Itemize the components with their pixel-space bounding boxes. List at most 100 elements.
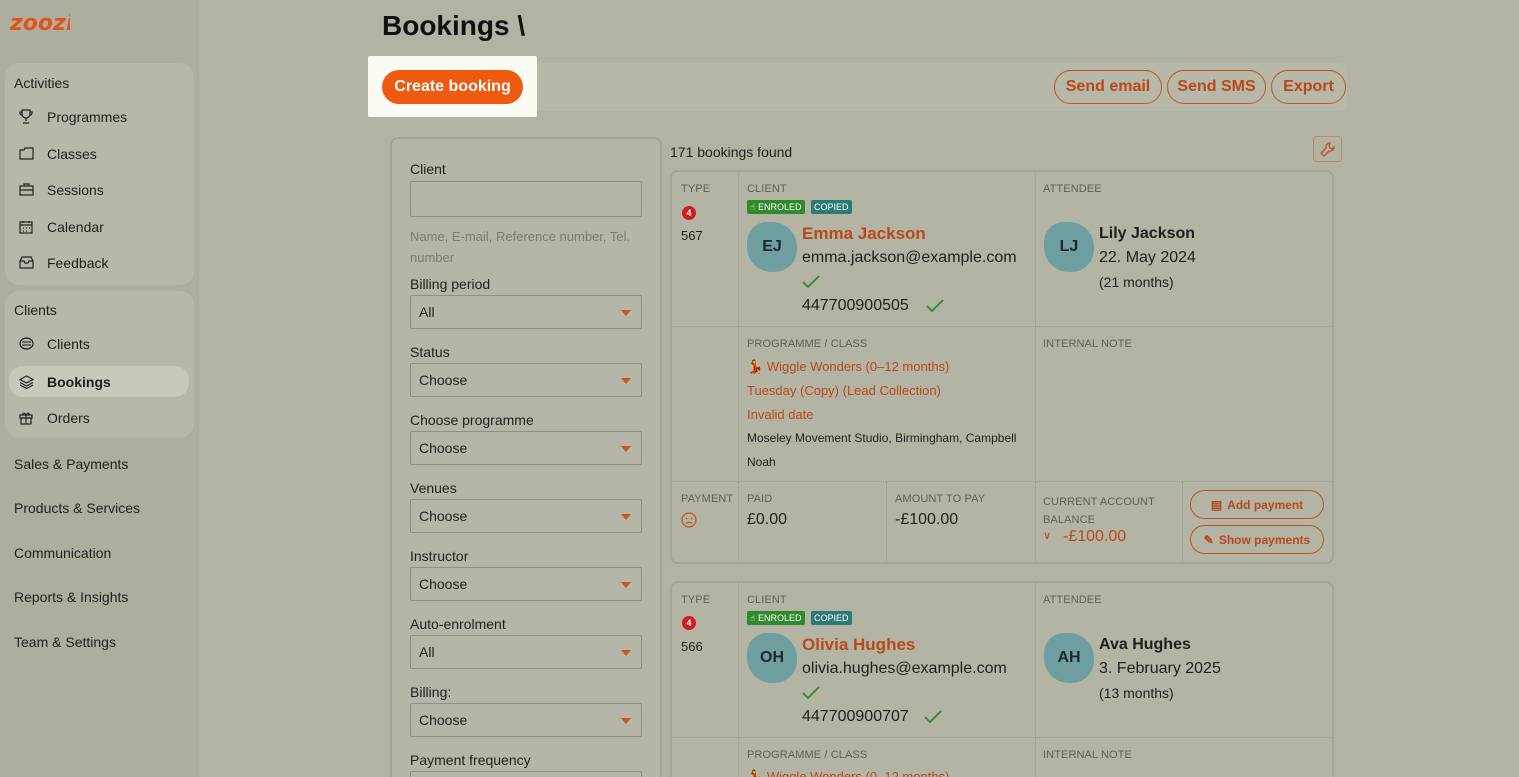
sidebar: zoozi Activities Programmes Classes Sess… — [0, 0, 199, 777]
amount-to-pay-cell: AMOUNT TO PAY -£100.00 — [887, 482, 1036, 562]
create-booking-highlight: Create booking — [368, 56, 537, 117]
nav-group-clients: Clients Clients Bookings Orders — [5, 291, 194, 438]
attendee-caption: ATTENDEE — [1043, 183, 1102, 195]
email-verified-check-icon — [802, 686, 820, 700]
sidebar-item-communication[interactable]: Communication — [14, 545, 111, 561]
zoozi-logo[interactable]: zoozi — [10, 8, 70, 36]
sidebar-item-team-settings[interactable]: Team & Settings — [14, 634, 116, 650]
client-phone: 447700900505 — [802, 297, 909, 314]
nav-group-title: Activities — [14, 75, 70, 91]
sidebar-item-feedback[interactable]: Feedback — [9, 247, 189, 278]
client-email: emma.jackson@example.com — [802, 249, 1017, 266]
chevron-down-icon — [621, 514, 631, 520]
internal-note-cell: INTERNAL NOTE — [1036, 327, 1332, 482]
sidebar-item-sessions[interactable]: Sessions — [9, 174, 189, 205]
page-title: Bookings \ — [382, 10, 526, 41]
nav-group-activities: Activities Programmes Classes Sessions C… — [5, 63, 194, 285]
send-sms-button[interactable]: Send SMS — [1167, 70, 1266, 104]
add-payment-button[interactable]: ▤ Add payment — [1190, 490, 1324, 519]
trophy-icon — [17, 108, 35, 126]
programme-caption: PROGRAMME / CLASS — [747, 338, 868, 350]
programme-label: Choose programme — [410, 412, 534, 428]
instructor-label: Instructor — [410, 548, 469, 564]
attendee-name[interactable]: Lily Jackson — [1099, 225, 1195, 243]
paid-cell: PAID £0.00 — [739, 482, 887, 562]
enroled-tag: ☝ ENROLED — [747, 200, 805, 214]
attendee-name[interactable]: Ava Hughes — [1099, 636, 1191, 654]
payment-caption: PAYMENT — [681, 493, 734, 505]
auto-enrolment-select[interactable]: All — [410, 635, 642, 669]
class-link[interactable]: Tuesday (Copy) (Lead Collection) — [747, 383, 941, 398]
add-payment-label: Add payment — [1227, 497, 1304, 512]
sad-face-icon — [681, 512, 697, 528]
booking-id[interactable]: 566 — [681, 639, 703, 654]
results-count: 171 bookings found — [670, 144, 793, 160]
select-value: Choose — [419, 576, 468, 592]
client-caption: CLIENT — [747, 594, 787, 606]
sidebar-item-programmes[interactable]: Programmes — [9, 101, 189, 132]
client-cell: CLIENT ☝ ENROLED COPIED OH Olivia Hughes… — [739, 583, 1036, 738]
type-cell: TYPE 4 567 — [672, 172, 739, 327]
programme-cell: PROGRAMME / CLASS 💃 Wiggle Wonders (0–12… — [739, 327, 1036, 482]
export-button[interactable]: Export — [1271, 70, 1346, 104]
status-select[interactable]: Choose — [410, 363, 642, 397]
attendee-age: (13 months) — [1099, 685, 1174, 701]
venue-text-cont: Noah — [747, 455, 776, 469]
sidebar-item-classes[interactable]: Classes — [9, 138, 189, 169]
select-value: Choose — [419, 440, 468, 456]
chevron-down-icon[interactable]: ∨ — [1043, 529, 1051, 542]
wrench-icon — [1320, 141, 1335, 157]
payment-frequency-label: Payment frequency — [410, 752, 531, 768]
sidebar-item-calendar[interactable]: Calendar — [9, 211, 189, 242]
payment-actions-cell: ▤ Add payment ✎ Show payments — [1183, 482, 1332, 562]
sidebar-item-clients[interactable]: Clients — [9, 328, 189, 359]
payment-frequency-select[interactable] — [410, 771, 642, 777]
sidebar-item-label: Calendar — [47, 218, 104, 235]
gift-icon — [17, 409, 35, 427]
client-search-input[interactable] — [410, 181, 642, 217]
svg-text:zoozi: zoozi — [10, 11, 70, 36]
client-name-link[interactable]: Olivia Hughes — [802, 635, 915, 655]
sidebar-item-bookings[interactable]: Bookings — [9, 366, 189, 397]
venues-select[interactable]: Choose — [410, 499, 642, 533]
billing-period-select[interactable]: All — [410, 295, 642, 329]
programme-caption: PROGRAMME / CLASS — [747, 749, 868, 761]
sidebar-item-orders[interactable]: Orders — [9, 402, 189, 433]
column-settings-button[interactable] — [1313, 136, 1342, 162]
create-booking-button[interactable]: Create booking — [382, 69, 523, 104]
payment-cell: PAYMENT — [672, 482, 739, 562]
chevron-down-icon — [621, 718, 631, 724]
copied-tag: COPIED — [811, 611, 852, 625]
sidebar-item-label: Clients — [47, 335, 90, 352]
empty-cell — [672, 327, 739, 482]
booking-id[interactable]: 567 — [681, 228, 703, 243]
sidebar-item-reports-insights[interactable]: Reports & Insights — [14, 589, 128, 605]
enroled-tag-label: ENROLED — [757, 613, 802, 623]
paid-caption: PAID — [747, 493, 773, 505]
sidebar-item-sales-payments[interactable]: Sales & Payments — [14, 456, 128, 472]
client-name-link[interactable]: Emma Jackson — [802, 224, 926, 244]
paid-amount: £0.00 — [747, 511, 788, 528]
calendar-icon — [17, 218, 35, 236]
filters-panel: Client Name, E-mail, Reference number, T… — [390, 137, 662, 777]
booking-card: TYPE 4 566 CLIENT ☝ ENROLED COPIED OH Ol… — [670, 581, 1334, 777]
attendee-avatar: LJ — [1044, 222, 1094, 272]
instructor-select[interactable]: Choose — [410, 567, 642, 601]
show-payments-label: Show payments — [1218, 532, 1311, 547]
programme-select[interactable]: Choose — [410, 431, 642, 465]
chevron-down-icon — [621, 446, 631, 452]
show-payments-button[interactable]: ✎ Show payments — [1190, 525, 1324, 554]
attendee-cell: ATTENDEE LJ Lily Jackson 22. May 2024 (2… — [1036, 172, 1332, 327]
client-avatar: EJ — [747, 222, 797, 272]
programme-link[interactable]: 💃 Wiggle Wonders (0–12 months) — [747, 359, 949, 375]
email-verified-check-icon — [802, 275, 820, 289]
send-email-button[interactable]: Send email — [1054, 70, 1162, 104]
programme-link[interactable]: 💃 Wiggle Wonders (0–12 months) — [747, 769, 949, 777]
money-icon: ▤ — [1210, 497, 1223, 512]
inbox-icon — [17, 254, 35, 272]
sidebar-item-products-services[interactable]: Products & Services — [14, 500, 140, 516]
billing-select[interactable]: Choose — [410, 703, 642, 737]
select-value: All — [419, 304, 435, 320]
client-avatar: OH — [747, 633, 797, 683]
type-badge: 4 — [682, 206, 696, 220]
